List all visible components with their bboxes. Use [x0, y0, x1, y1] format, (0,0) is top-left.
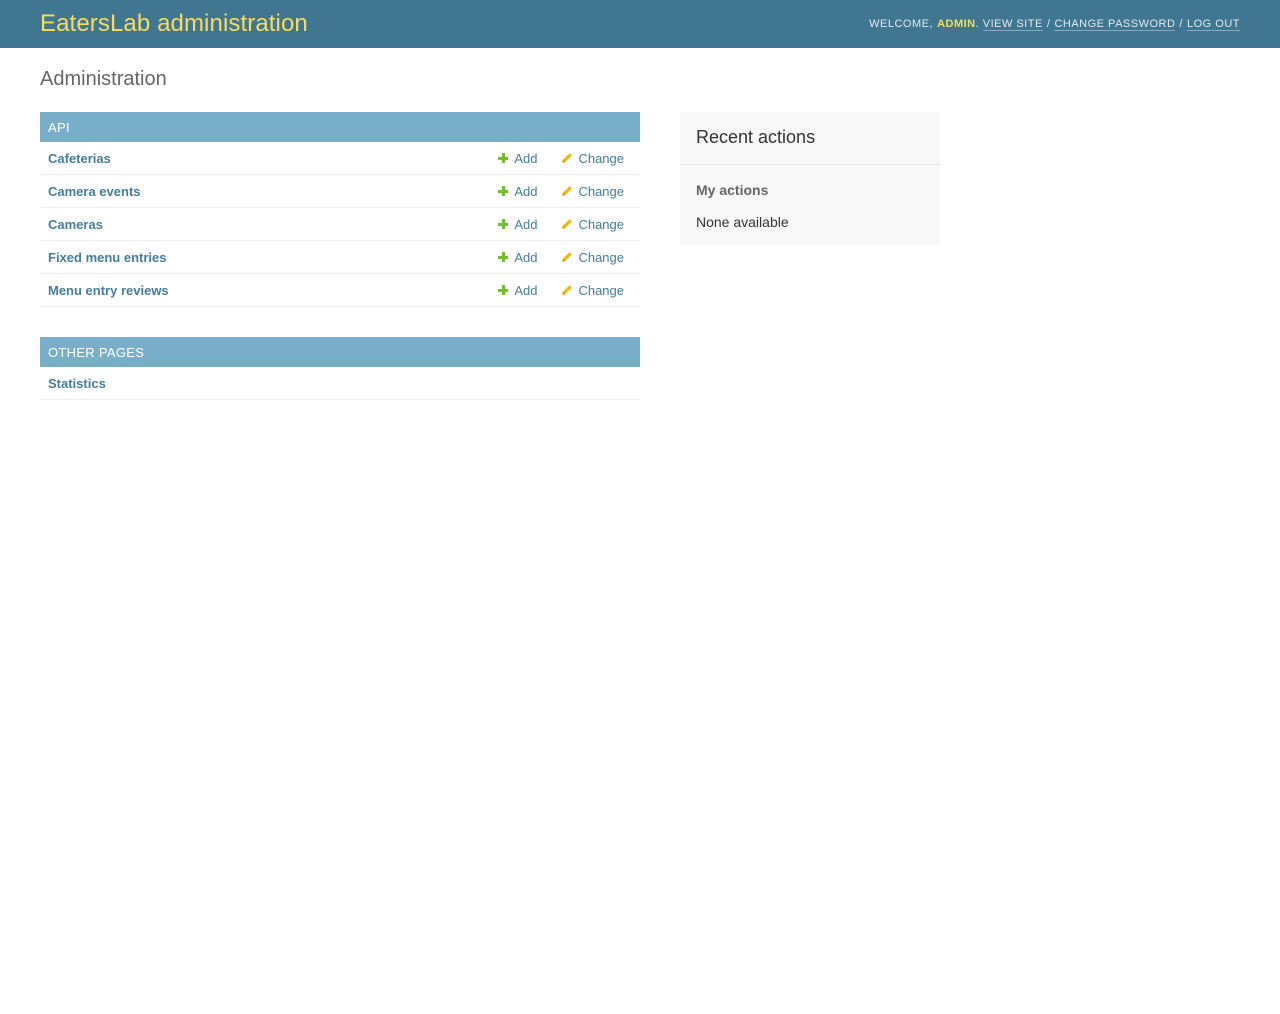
- add-label: Add: [514, 249, 538, 265]
- pencil-icon: [562, 186, 573, 196]
- change-label: Change: [578, 216, 624, 232]
- pencil-icon: [562, 285, 573, 295]
- change-label: Change: [578, 150, 624, 166]
- pencil-icon: [562, 252, 573, 262]
- plus-icon: [498, 252, 509, 262]
- page-title: Administration: [40, 68, 167, 90]
- pencil-icon: [562, 153, 573, 163]
- module-other-pages: Other pages Statistics: [40, 337, 640, 400]
- separator: /: [1179, 17, 1183, 30]
- model-link-cameras[interactable]: Cameras: [48, 217, 498, 232]
- recent-actions-panel: Recent actions My actions None available: [680, 112, 940, 246]
- add-label: Add: [514, 183, 538, 199]
- site-branding[interactable]: EatersLab administration: [40, 10, 308, 38]
- plus-icon: [498, 186, 509, 196]
- model-link-cafeterias[interactable]: Cafeterias: [48, 151, 498, 166]
- model-row-fixed-menu-entries: Fixed menu entries Add Change: [40, 241, 640, 274]
- module-caption[interactable]: API: [40, 112, 640, 142]
- add-label: Add: [514, 216, 538, 232]
- separator: /: [1046, 17, 1051, 30]
- change-label: Change: [578, 282, 624, 298]
- content-layout: API Cafeterias Add Change Camera events: [40, 112, 1240, 430]
- app-list: API Cafeterias Add Change Camera events: [40, 112, 640, 430]
- change-cameras-button[interactable]: Change: [561, 217, 624, 232]
- plus-icon: [498, 219, 509, 229]
- log-out-link[interactable]: Log out: [1186, 18, 1240, 31]
- period: .: [975, 17, 980, 30]
- view-site-link[interactable]: View site: [982, 18, 1043, 31]
- model-row-statistics: Statistics: [40, 367, 640, 400]
- model-row-cafeterias: Cafeterias Add Change: [40, 142, 640, 175]
- module-caption[interactable]: Other pages: [40, 337, 640, 367]
- model-link-menu-entry-reviews[interactable]: Menu entry reviews: [48, 283, 498, 298]
- header: EatersLab administration Welcome, admin.…: [0, 0, 1280, 48]
- change-password-link[interactable]: Change password: [1054, 18, 1176, 31]
- model-row-menu-entry-reviews: Menu entry reviews Add Change: [40, 274, 640, 307]
- add-label: Add: [514, 282, 538, 298]
- my-actions-heading: My actions: [696, 182, 769, 198]
- plus-icon: [498, 153, 509, 163]
- model-link-fixed-menu-entries[interactable]: Fixed menu entries: [48, 250, 498, 265]
- add-camera-events-button[interactable]: Add: [498, 184, 537, 199]
- add-menu-entry-reviews-button[interactable]: Add: [498, 283, 537, 298]
- change-label: Change: [578, 183, 624, 199]
- username: admin: [937, 17, 976, 30]
- pencil-icon: [562, 219, 573, 229]
- model-row-cameras: Cameras Add Change: [40, 208, 640, 241]
- user-tools: Welcome, admin. View site / Change passw…: [869, 18, 1240, 31]
- model-link-statistics[interactable]: Statistics: [48, 376, 632, 391]
- add-cameras-button[interactable]: Add: [498, 217, 537, 232]
- change-menu-entry-reviews-button[interactable]: Change: [561, 283, 624, 298]
- module-api: API Cafeterias Add Change Camera events: [40, 112, 640, 307]
- model-link-camera-events[interactable]: Camera events: [48, 184, 498, 199]
- add-label: Add: [514, 150, 538, 166]
- recent-actions-title: Recent actions: [680, 112, 940, 165]
- plus-icon: [498, 285, 509, 295]
- change-label: Change: [578, 249, 624, 265]
- no-actions-text: None available: [696, 214, 789, 230]
- change-camera-events-button[interactable]: Change: [561, 184, 624, 199]
- model-row-camera-events: Camera events Add Change: [40, 175, 640, 208]
- change-cafeterias-button[interactable]: Change: [561, 151, 624, 166]
- content: Administration API Cafeterias Add Change: [0, 48, 1280, 450]
- add-cafeterias-button[interactable]: Add: [498, 151, 537, 166]
- change-fixed-menu-entries-button[interactable]: Change: [561, 250, 624, 265]
- welcome-text: Welcome,: [869, 17, 934, 30]
- add-fixed-menu-entries-button[interactable]: Add: [498, 250, 537, 265]
